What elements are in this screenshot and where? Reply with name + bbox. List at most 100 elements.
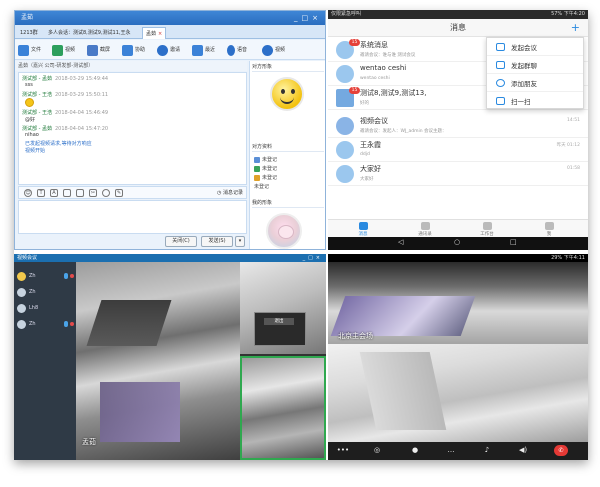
mobile-message-list: 仅限紧急呼叫 57% 下午4:20 消息 + 15 系统消息 邀请会议：谁与谁 … [328,10,588,250]
list-item[interactable]: 大家好 大家好 01:58 [328,162,588,186]
assist-button[interactable]: 协助 [122,43,145,57]
home-icon[interactable]: ○ [454,238,460,246]
participant-item[interactable]: Zh [17,318,74,330]
font-icon[interactable]: A [50,188,58,197]
microphone-icon [227,44,235,56]
status-bar: 仅限紧急呼叫 57% 下午4:20 [328,10,588,19]
video-button[interactable]: 视频 [52,43,75,57]
chat-title: 孟茹 [21,14,34,21]
back-icon[interactable]: ◁ [398,238,403,246]
plus-icon[interactable]: + [571,19,580,37]
edit-icon[interactable]: ✎ [115,188,123,197]
close-button[interactable]: 关闭(C) [165,236,197,247]
avatar [17,287,26,297]
screenshot-collage: 孟茹 _□× 1213群 多人会话：测试8,测试9,测试11,王永 孟茹 × 文件… [14,10,588,460]
tab-multi-session[interactable]: 多人会话：测试8,测试9,测试11,王永 [45,27,134,39]
participant-item[interactable]: Zh [17,270,74,282]
screenshot-icon [87,44,98,56]
recents-icon[interactable]: □ [510,238,517,246]
microphone-icon[interactable] [102,188,110,197]
meeting-icon [496,42,505,51]
camera-icon[interactable] [70,322,74,326]
info-item: 未登记 [254,174,277,181]
add-friend-icon [496,78,505,87]
speaker-icon[interactable]: ◀) [516,445,530,456]
participant-item[interactable]: Zh [17,286,74,298]
send-options-chevron-icon[interactable]: ▾ [235,236,245,247]
workbench-icon [482,222,492,230]
send-button[interactable]: 发送(S) [201,236,233,247]
contact-image-header: 对方形象 [252,63,324,72]
camera-switch-icon[interactable]: ◎ [370,445,384,456]
menu-item-start-meeting[interactable]: 发起会议 [487,38,583,56]
list-item[interactable]: 视频会议 邀请会议：发起人：WJ_admin 会议主题： 14:51 [328,114,588,138]
microphone-icon[interactable] [64,321,68,327]
message-input[interactable] [18,200,247,234]
window-controls[interactable]: _□× [294,11,322,25]
plus-popup-menu: 发起会议 发起群聊 添加朋友 扫一扫 [486,37,584,109]
window-controls[interactable]: _□× [303,254,323,262]
chat-titlebar: 孟茹 _□× [15,11,325,25]
side-video-feed-active[interactable] [240,356,326,460]
tab-messages[interactable]: 消息 [338,220,388,237]
info-item: 未登记 [254,156,277,163]
message-body: @好 [25,117,36,123]
invite-button[interactable]: 邀请 [157,43,180,57]
camera-icon[interactable]: ● [408,445,422,456]
scissors-icon[interactable]: ✂ [89,188,97,197]
contact-info-header: 对方资料 [252,143,324,152]
scan-icon [496,97,505,105]
video-start-link[interactable]: 视频开始 [22,147,45,154]
file-button[interactable]: 文件 [18,43,41,57]
editor-toolbar: ☺ T A ✂ ✎ ◷ 消息记录 [18,186,247,199]
chat-icon [358,222,368,230]
screenshot-button[interactable]: 截屏 [87,43,110,57]
person-icon [544,222,554,230]
contact-avatar-smiley [270,77,304,111]
microphone-icon[interactable] [64,273,68,279]
tab-me[interactable]: 我 [524,220,574,237]
video-call-icon [262,44,273,56]
video-meeting-avatar [336,117,354,135]
menu-item-scan[interactable]: 扫一扫 [487,92,583,110]
video-titlebar: 视频会议 _□× [14,254,326,262]
side-video-column: 退出 [240,262,326,460]
local-video-feed[interactable] [328,344,588,442]
screen-capture-icon[interactable] [76,188,84,197]
more-icon[interactable]: ••• [336,445,350,456]
tab-contacts[interactable]: 通讯录 [400,220,450,237]
tab-group[interactable]: 1213群 [17,27,41,39]
desktop-video-meeting: 视频会议 _□× Zh Zh Lh8 Zh 孟茹 退出 [14,254,326,460]
exit-tag[interactable]: 退出 [264,318,294,325]
message-body: sss [25,82,33,88]
tab-workbench[interactable]: 工作台 [462,220,512,237]
contacts-icon [420,222,430,230]
menu-item-group-chat[interactable]: 发起群聊 [487,56,583,74]
message: 测试部 - 孟茹 2018-03-29 15:49:44 [22,76,109,82]
text-format-icon[interactable]: T [37,188,45,197]
side-video-feed[interactable] [240,262,326,354]
chat-bubble-icon[interactable]: … [444,445,458,456]
microphone-icon[interactable]: ♪ [480,445,494,456]
android-nav-bar: ◁ ○ □ [328,237,588,250]
image-icon[interactable] [63,188,71,197]
camera-icon[interactable] [70,274,74,278]
message-history[interactable]: 测试部 - 孟茹 2018-03-29 15:49:44 sss 测试部 - 王浩… [18,72,247,185]
tab-mengru[interactable]: 孟茹 × [142,27,167,39]
list-item[interactable]: 王永霞 ddjd 昨天 01:12 [328,138,588,162]
recent-button[interactable]: 最近 [192,43,215,57]
message-history-button[interactable]: ◷ 消息记录 [217,187,243,200]
main-video-feed[interactable] [76,262,240,460]
venue-label: 北京主会场 [338,332,373,340]
menu-item-add-friend[interactable]: 添加朋友 [487,74,583,92]
contact-subheader: 孟茹（嘉兴 公司-研发部-测试部） [15,61,247,71]
video-call-button[interactable]: 视频 [262,43,285,57]
close-icon[interactable]: × [158,31,162,37]
emoji-message [22,98,34,109]
message: 测试部 - 王浩 2018-04-04 15:46:49 [22,110,109,116]
participant-item[interactable]: Lh8 [17,302,74,314]
end-call-icon[interactable]: ✆ [554,445,568,456]
message: 测试部 - 孟茹 2018-04-04 15:47:20 [22,126,109,132]
emoji-icon[interactable]: ☺ [24,188,32,197]
voice-button[interactable]: 语音 [227,43,247,57]
